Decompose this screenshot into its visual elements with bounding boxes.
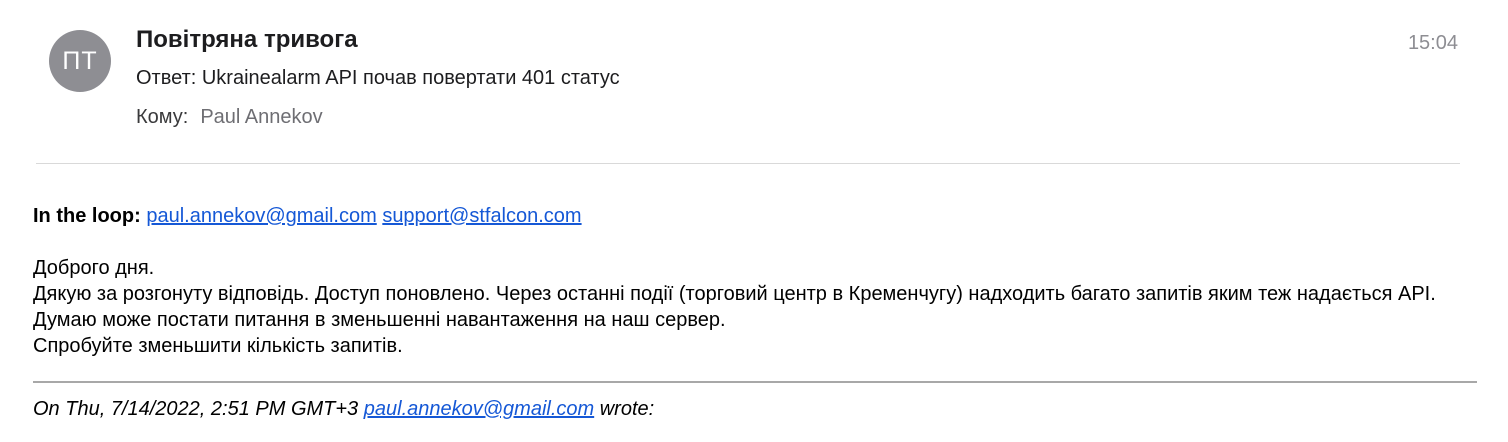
sender-name[interactable]: Повітряна тривога [136, 26, 358, 54]
recipient-row: Кому: Paul Annekov [136, 106, 323, 129]
email-view: ПТ Повітряна тривога 15:04 Ответ: Ukrain… [0, 0, 1508, 442]
quote-attribution: On Thu, 7/14/2022, 2:51 PM GMT+3 paul.an… [33, 398, 654, 421]
in-the-loop-label: In the loop: [33, 205, 141, 227]
quote-divider [33, 381, 1477, 383]
email-subject: Ответ: Ukrainealarm API почав повертати … [136, 67, 620, 89]
quote-email-link[interactable]: paul.annekov@gmail.com [364, 398, 594, 420]
request-text: Спробуйте зменьшити кількість запитів. [33, 335, 403, 357]
greeting-text: Доброго дня. [33, 257, 155, 279]
avatar-initials: ПТ [62, 46, 98, 75]
recipient-label: Кому: [136, 106, 189, 128]
received-time: 15:04 [1407, 32, 1458, 54]
recipient-name[interactable]: Paul Annekov [200, 106, 322, 128]
sender-avatar[interactable]: ПТ [49, 30, 111, 92]
email-body: In the loop: paul.annekov@gmail.com supp… [33, 203, 1478, 359]
in-the-loop-row: In the loop: paul.annekov@gmail.com supp… [33, 203, 1478, 229]
quote-suffix: wrote: [599, 398, 655, 420]
loop-email-link-1[interactable]: paul.annekov@gmail.com [146, 205, 376, 227]
quote-prefix: On Thu, 7/14/2022, 2:51 PM GMT+3 [33, 398, 359, 420]
body-paragraph: Дякую за розгонуту відповідь. Доступ пон… [33, 283, 1436, 331]
header-divider [36, 163, 1460, 164]
loop-email-link-2[interactable]: support@stfalcon.com [382, 205, 581, 227]
